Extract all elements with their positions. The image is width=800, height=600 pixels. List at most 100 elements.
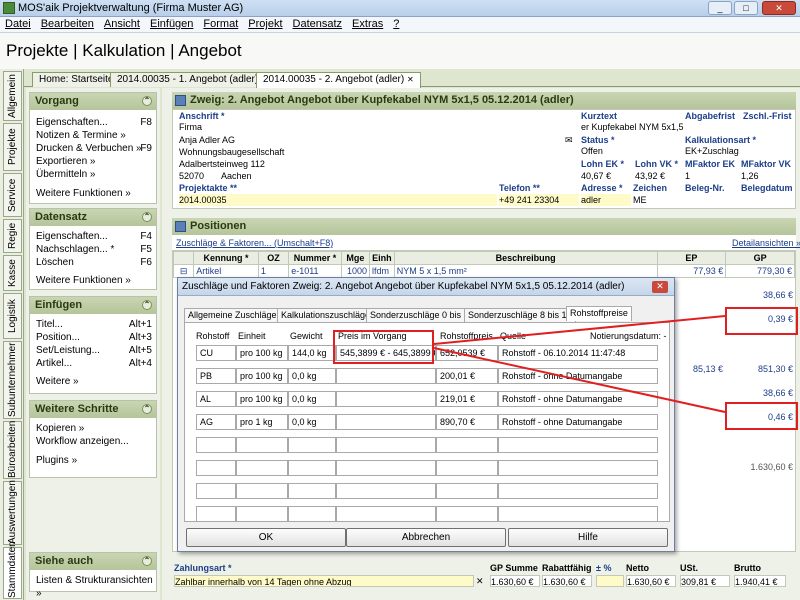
projektakte-field[interactable]: 2014.00035 <box>179 194 497 206</box>
cell-kennung[interactable]: Artikel <box>193 264 259 278</box>
zahlungsart-field[interactable]: Zahlbar innerhalb von 14 Tagen ohne Abzu… <box>174 575 474 587</box>
anschrift-line-4[interactable]: Adalbertsteinweg 112 <box>179 158 509 170</box>
sidebar-more-functions-2[interactable]: Weitere Funktionen » <box>30 274 156 287</box>
sidebar-item-uebermitteln[interactable]: Übermitteln » <box>30 168 156 181</box>
address-book-icon[interactable]: ✉ <box>565 134 579 146</box>
tab-sonderzuschlaege-0-7[interactable]: Sonderzuschläge 0 bis 7 <box>366 308 473 322</box>
vtab-service[interactable]: Service <box>3 173 22 217</box>
collapse-icon[interactable]: ⌃ <box>142 556 152 566</box>
rohstoff-cell-rohstoff[interactable]: PB <box>196 368 236 384</box>
sidebar-more[interactable]: Weitere » <box>30 375 156 388</box>
menu-einfuegen[interactable]: Einfügen <box>145 17 198 31</box>
menu-extras[interactable]: Extras <box>347 17 388 31</box>
rohstoff-cell-gewicht[interactable]: 0,0 kg <box>288 414 336 430</box>
tab-allgemeine-zuschlaege[interactable]: Allgemeine Zuschläge <box>184 308 281 322</box>
maximize-button[interactable]: □ <box>734 1 758 15</box>
tab-sonderzuschlaege-8-15[interactable]: Sonderzuschläge 8 bis 15 <box>464 308 576 322</box>
rohstoff-cell-rohstoffpreis[interactable] <box>436 483 498 499</box>
menu-projekt[interactable]: Projekt <box>243 17 287 31</box>
rohstoff-cell-preis[interactable] <box>336 368 436 384</box>
panel-schritte-header[interactable]: Weitere Schritte ⌃ <box>30 401 156 418</box>
sidebar-item-plugins[interactable]: Plugins » <box>30 454 156 467</box>
ok-button[interactable]: OK <box>186 528 346 547</box>
tab-rohstoffpreise[interactable]: Rohstoffpreise <box>566 306 632 321</box>
collapse-icon[interactable]: ⌃ <box>142 212 152 222</box>
rohstoff-cell-rohstoff[interactable] <box>196 506 236 522</box>
status-field[interactable]: Offen <box>581 145 683 157</box>
rohstoff-cell-rohstoff[interactable] <box>196 483 236 499</box>
mfaktor-vk-field[interactable]: 1,26 <box>741 170 791 182</box>
adresse-field[interactable]: adler <box>581 194 631 206</box>
vtab-kasse[interactable]: Kasse <box>3 255 22 291</box>
anschrift-line-2[interactable]: Anja Adler AG <box>179 134 509 146</box>
rohstoff-cell-quelle[interactable] <box>498 437 658 453</box>
rohstoff-cell-rohstoff[interactable] <box>196 437 236 453</box>
vtab-auswertungen[interactable]: Auswertungen <box>3 480 22 545</box>
lohn-ek-field[interactable]: 40,67 € <box>581 170 631 182</box>
rohstoff-cell-gewicht[interactable]: 144,0 kg <box>288 345 336 361</box>
cell-oz[interactable]: 1 <box>257 264 290 278</box>
rohstoff-cell-quelle[interactable] <box>498 460 658 476</box>
rohstoff-cell-rohstoff[interactable] <box>196 460 236 476</box>
vtab-bueroarbeiten[interactable]: Büroarbeiten <box>3 421 22 479</box>
lohn-vk-field[interactable]: 43,92 € <box>635 170 683 182</box>
kurztext-field[interactable]: er Kupfekabel NYM 5x1,5 <box>581 121 683 133</box>
rohstoff-cell-rohstoffpreis[interactable] <box>436 460 498 476</box>
doctab-angebot-1[interactable]: 2014.00035 - 1. Angebot (adler) <box>110 72 266 87</box>
details-link[interactable]: Detailansichten » <box>732 237 800 249</box>
rohstoff-cell-gewicht[interactable] <box>288 506 336 522</box>
vtab-allgemein[interactable]: Allgemein <box>3 71 22 121</box>
rohstoff-cell-einheit[interactable] <box>236 460 288 476</box>
rohstoff-cell-preis[interactable] <box>336 391 436 407</box>
rohstoff-cell-preis[interactable] <box>336 437 436 453</box>
cell-gp[interactable]: 779,30 € <box>725 264 795 278</box>
tab-kalkulationszuschlaege[interactable]: Kalkulationszuschläge <box>277 308 375 322</box>
col-gp[interactable]: GP <box>725 251 795 265</box>
panel-vorgang-header[interactable]: Vorgang ⌃ <box>30 93 156 110</box>
sidebar-more-functions[interactable]: Weitere Funktionen » <box>30 187 156 200</box>
vtab-subunternehmer[interactable]: Subunternehmer <box>3 341 22 419</box>
rohstoff-cell-quelle[interactable] <box>498 483 658 499</box>
plz-field[interactable]: 52070 <box>179 170 219 182</box>
mfaktor-ek-field[interactable]: 1 <box>685 170 735 182</box>
prozent-field[interactable] <box>596 575 624 587</box>
rohstoff-cell-preis[interactable] <box>336 414 436 430</box>
sidebar-item-titel[interactable]: Titel... Alt+1 <box>30 318 156 331</box>
sidebar-item-eigenschaften[interactable]: Eigenschaften... F8 <box>30 116 156 129</box>
anschrift-line-3[interactable]: Wohnungsbaugesellschaft <box>179 146 509 158</box>
rohstoff-cell-einheit[interactable]: pro 1 kg <box>236 414 288 430</box>
sidebar-item-ds-eigenschaften[interactable]: Eigenschaften... F4 <box>30 230 156 243</box>
dialog-close-icon[interactable]: ✕ <box>652 281 668 293</box>
menu-format[interactable]: Format <box>198 17 243 31</box>
expand-icon[interactable]: ⊟ <box>172 264 195 278</box>
cell-ep[interactable]: 77,93 € <box>656 264 727 278</box>
cell-einh[interactable]: lfdm <box>369 264 395 278</box>
sidebar-item-position[interactable]: Position... Alt+3 <box>30 331 156 344</box>
sidebar-item-drucken[interactable]: Drucken & Verbuchen » F9 <box>30 142 156 155</box>
rohstoff-cell-preis[interactable] <box>336 460 436 476</box>
rohstoff-cell-rohstoff[interactable]: CU <box>196 345 236 361</box>
rohstoff-cell-preis[interactable] <box>336 483 436 499</box>
rohstoff-cell-rohstoff[interactable]: AL <box>196 391 236 407</box>
telefon-field[interactable]: +49 241 23304 <box>499 194 579 206</box>
rohstoff-cell-rohstoffpreis[interactable]: 890,70 € <box>436 414 498 430</box>
collapse-icon[interactable]: ⌃ <box>142 96 152 106</box>
vtab-stammdaten[interactable]: Stammdaten <box>3 541 22 599</box>
vtab-logistik[interactable]: Logistik <box>3 293 22 339</box>
vtab-projekte[interactable]: Projekte <box>3 123 22 171</box>
col-ep[interactable]: EP <box>656 251 727 265</box>
rohstoff-cell-quelle[interactable]: Rohstoff - ohne Datumangabe <box>498 414 658 430</box>
rohstoff-cell-preis[interactable] <box>336 506 436 522</box>
rohstoff-cell-quelle[interactable]: Rohstoff - 06.10.2014 11:47:48 <box>498 345 658 361</box>
col-mge[interactable]: Mge <box>340 251 371 265</box>
rohstoff-cell-gewicht[interactable] <box>288 437 336 453</box>
sidebar-item-artikel[interactable]: Artikel... Alt+4 <box>30 357 156 370</box>
rohstoff-cell-preis[interactable]: 545,3899 € - 645,3899 € <box>336 345 436 361</box>
table-row[interactable]: ⊟ Artikel 1 e-1011 1000 lfdm NYM 5 x 1,5… <box>172 264 795 278</box>
col-nummer[interactable]: Nummer * <box>288 251 342 265</box>
sidebar-item-nachschlagen[interactable]: Nachschlagen... * F5 <box>30 243 156 256</box>
kalkart-field[interactable]: EK+Zuschlag <box>685 145 793 157</box>
rohstoff-cell-rohstoff[interactable]: AG <box>196 414 236 430</box>
rohstoff-cell-rohstoffpreis[interactable]: 219,01 € <box>436 391 498 407</box>
menu-datensatz[interactable]: Datensatz <box>288 17 348 31</box>
